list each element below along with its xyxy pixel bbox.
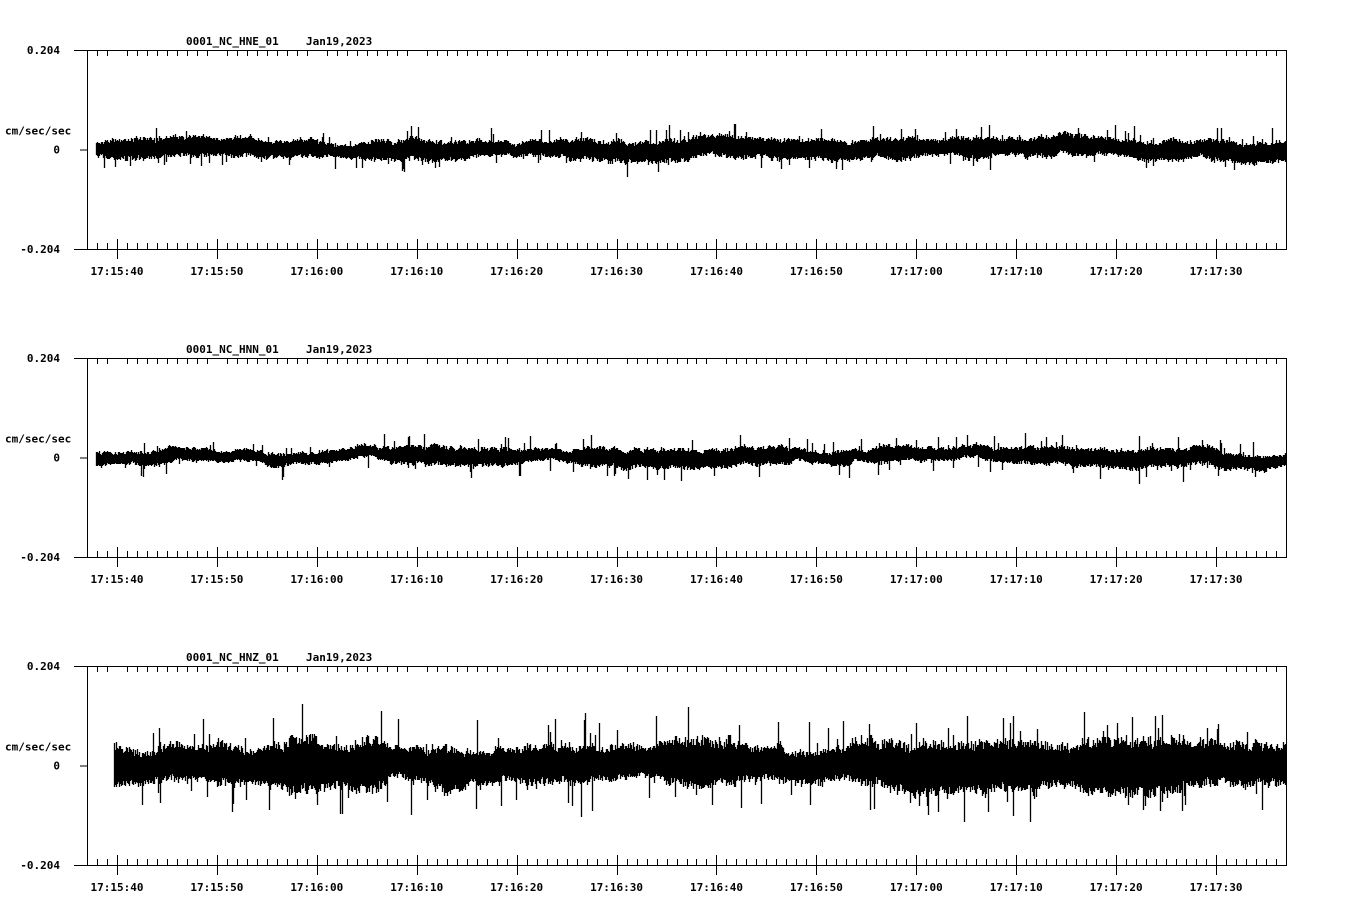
y-tick-label-zero: 0 <box>53 144 60 157</box>
y-tick-label-max: 0.204 <box>27 352 60 365</box>
y-axis-label: cm/sec/sec <box>5 741 71 754</box>
channel-title: 0001_NC_HNZ_01 <box>186 651 279 664</box>
y-tick-label-max: 0.204 <box>27 44 60 57</box>
x-tick-label: 17:17:10 <box>990 265 1043 278</box>
x-tick-label: 17:16:50 <box>790 881 843 894</box>
x-tick-label: 17:15:40 <box>90 881 143 894</box>
x-tick-label: 17:15:40 <box>90 265 143 278</box>
waveform-trace <box>95 124 1287 177</box>
y-tick-label-max: 0.204 <box>27 660 60 673</box>
y-axis-label: cm/sec/sec <box>5 433 71 446</box>
y-tick-label-zero: 0 <box>53 760 60 773</box>
x-tick-label: 17:16:50 <box>790 265 843 278</box>
x-tick-label: 17:17:20 <box>1090 573 1143 586</box>
x-tick-label: 17:15:50 <box>190 881 243 894</box>
x-tick-label: 17:15:50 <box>190 265 243 278</box>
y-tick-label-min: -0.204 <box>20 551 60 564</box>
x-tick-label: 17:16:30 <box>590 265 643 278</box>
y-tick-label-min: -0.204 <box>20 243 60 256</box>
x-tick-label: 17:17:20 <box>1090 881 1143 894</box>
x-tick-label: 17:16:40 <box>690 265 743 278</box>
y-axis-label: cm/sec/sec <box>5 125 71 138</box>
x-tick-label: 17:17:00 <box>890 573 943 586</box>
x-tick-label: 17:16:10 <box>390 573 443 586</box>
x-tick-label: 17:17:00 <box>890 265 943 278</box>
x-tick-label: 17:17:00 <box>890 881 943 894</box>
waveform-trace <box>113 704 1287 822</box>
x-tick-label: 17:16:20 <box>490 881 543 894</box>
x-tick-label: 17:17:30 <box>1190 881 1243 894</box>
x-tick-label: 17:16:10 <box>390 265 443 278</box>
x-tick-label: 17:16:30 <box>590 573 643 586</box>
x-tick-label: 17:16:00 <box>290 881 343 894</box>
x-tick-label: 17:15:40 <box>90 573 143 586</box>
channel-panel-3: 0001_NC_HNZ_01 Jan19,2023 cm/sec/sec 0.204 0… <box>5 651 1287 894</box>
channel-date: Jan19,2023 <box>306 343 372 356</box>
channel-date: Jan19,2023 <box>306 651 372 664</box>
x-tick-label: 17:16:00 <box>290 573 343 586</box>
x-tick-label: 17:17:20 <box>1090 265 1143 278</box>
channel-title: 0001_NC_HNE_01 <box>186 35 279 48</box>
x-tick-label: 17:17:10 <box>990 573 1043 586</box>
x-tick-label: 17:17:10 <box>990 881 1043 894</box>
channel-date: Jan19,2023 <box>306 35 372 48</box>
y-tick-label-min: -0.204 <box>20 859 60 872</box>
x-tick-label: 17:16:40 <box>690 573 743 586</box>
x-tick-label: 17:16:00 <box>290 265 343 278</box>
channel-panel-1: 0001_NC_HNE_01 Jan19,2023 cm/sec/sec 0.204 0… <box>5 35 1287 278</box>
channel-title: 0001_NC_HNN_01 <box>186 343 279 356</box>
waveform-trace <box>95 433 1287 484</box>
x-tick-label: 17:16:20 <box>490 265 543 278</box>
x-tick-label: 17:16:20 <box>490 573 543 586</box>
x-tick-label: 17:16:30 <box>590 881 643 894</box>
x-tick-label: 17:16:40 <box>690 881 743 894</box>
seismogram-figure: 0001_NC_HNE_01 Jan19,2023cm/sec/sec0.2040… <box>5 35 1287 894</box>
channel-panel-2: 0001_NC_HNN_01 Jan19,2023 cm/sec/sec 0.204 0… <box>5 343 1287 586</box>
x-tick-label: 17:17:30 <box>1190 265 1243 278</box>
y-tick-label-zero: 0 <box>53 452 60 465</box>
x-tick-label: 17:15:50 <box>190 573 243 586</box>
x-tick-label: 17:16:50 <box>790 573 843 586</box>
x-tick-label: 17:17:30 <box>1190 573 1243 586</box>
x-tick-label: 17:16:10 <box>390 881 443 894</box>
